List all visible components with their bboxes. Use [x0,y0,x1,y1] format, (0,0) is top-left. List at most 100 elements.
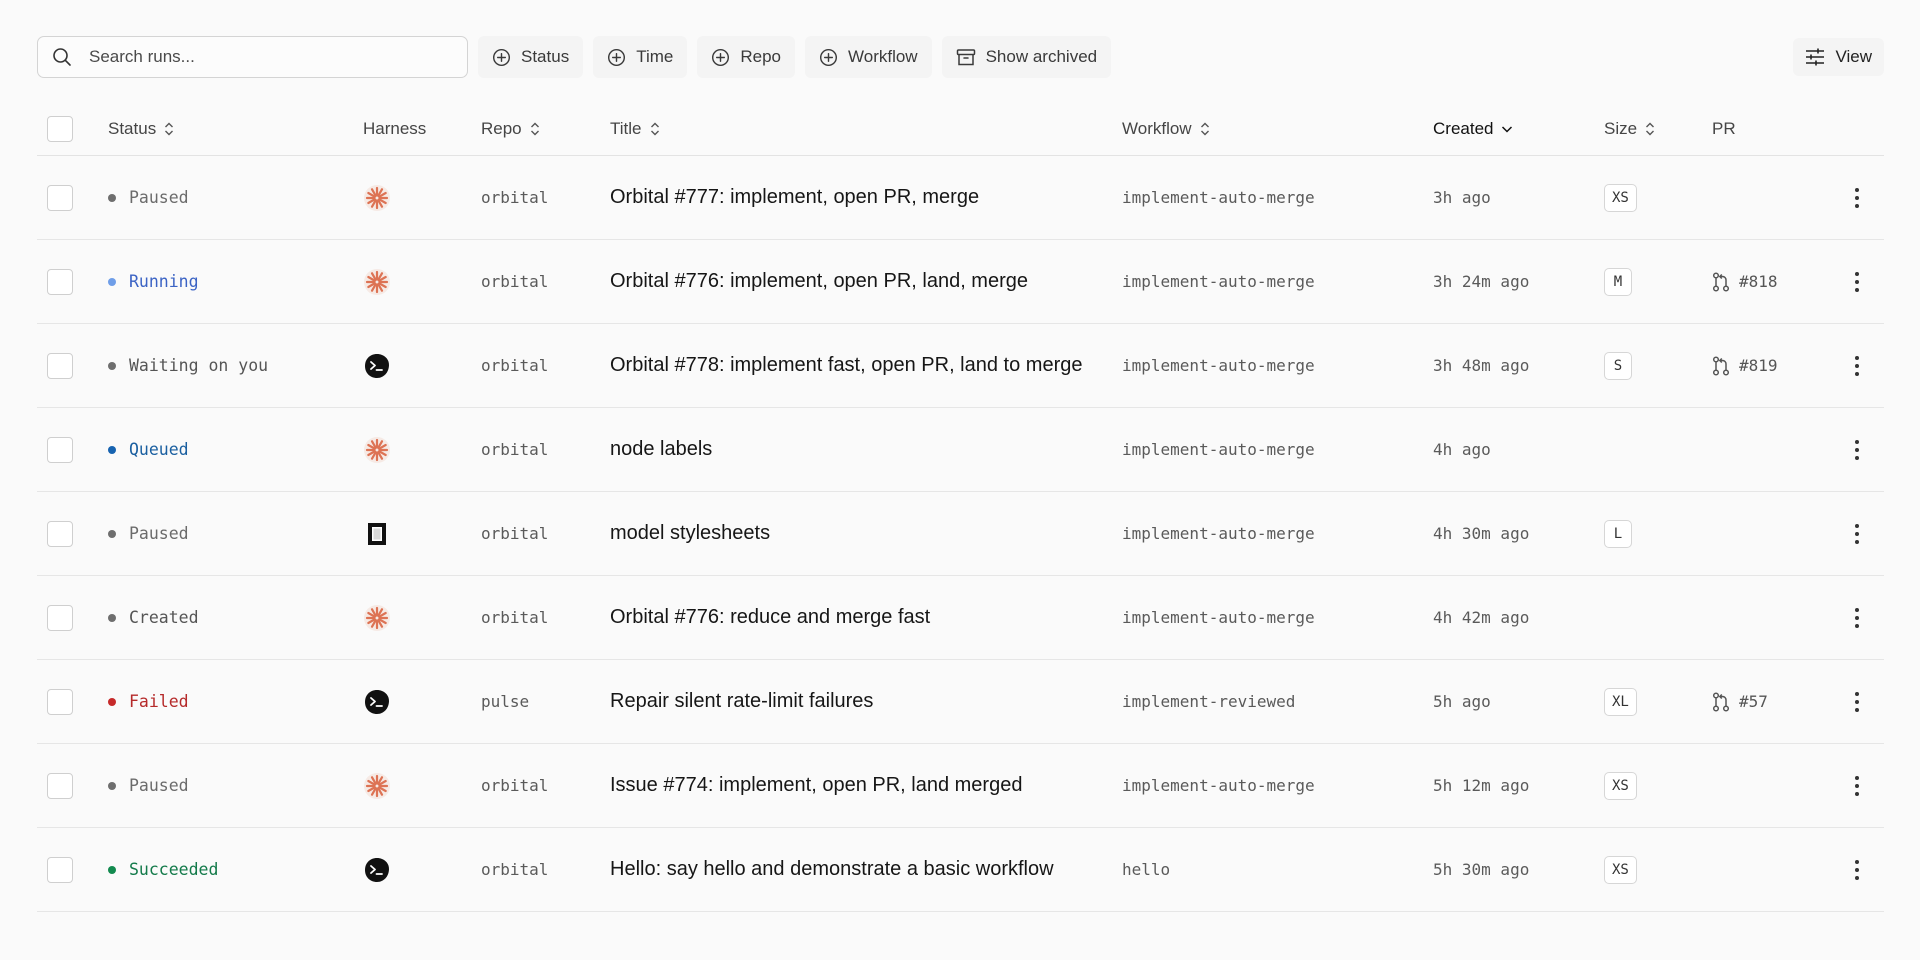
filter-status-button[interactable]: Status [478,36,584,78]
workflow-label: implement-auto-merge [1122,608,1315,627]
show-archived-label: Show archived [985,47,1098,66]
search-box[interactable] [37,36,468,78]
filter-workflow-label: Workflow [848,47,918,66]
filter-time-button[interactable]: Time [593,36,688,78]
sunburst-icon [363,772,391,800]
repo-label: orbital [481,524,549,543]
workflow-label: implement-auto-merge [1122,524,1315,543]
row-menu-button[interactable] [1845,855,1869,885]
pr-link[interactable]: #819 [1712,355,1778,376]
column-size[interactable]: Size [1604,102,1655,155]
row-menu-button[interactable] [1845,267,1869,297]
row-menu-button[interactable] [1845,435,1869,465]
column-workflow[interactable]: Workflow [1122,102,1210,155]
workflow-label: hello [1122,860,1171,879]
column-repo[interactable]: Repo [481,102,540,155]
pr-link[interactable]: #57 [1712,691,1768,712]
table-row[interactable]: Waiting on you orbital Orbital #778: imple… [37,324,1884,408]
sunburst-icon [363,268,391,296]
terminal-blob-icon [363,688,391,716]
row-checkbox[interactable] [47,436,73,463]
table-row[interactable]: Paused orbital model stylesheets implement-… [37,492,1884,576]
repo-label: orbital [481,608,549,627]
created-time: 5h 12m ago [1433,776,1530,795]
column-status[interactable]: Status [108,102,174,155]
row-checkbox[interactable] [47,184,73,211]
row-checkbox[interactable] [47,772,73,799]
run-title[interactable]: Orbital #778: implement fast, open PR, l… [610,354,1082,377]
toolbar: Status Time Repo Workflow Show archi [37,36,1884,78]
table-row[interactable]: Succeeded orbital Hello: say hello and dem… [37,828,1884,912]
created-time: 4h 30m ago [1433,524,1530,543]
row-checkbox[interactable] [47,352,73,379]
archive-icon [956,48,975,65]
row-checkbox[interactable] [47,268,73,295]
status-label: Paused [129,188,189,207]
pull-request-icon [1712,691,1730,712]
show-archived-button[interactable]: Show archived [941,36,1112,78]
run-title[interactable]: Orbital #776: reduce and merge fast [610,606,930,629]
status-dot-icon [108,361,116,370]
column-created[interactable]: Created [1433,102,1513,155]
view-button[interactable]: View [1793,38,1884,76]
sort-icon [1200,122,1209,135]
table-row[interactable]: Queued orbital node labels implement-auto-m… [37,408,1884,492]
run-title[interactable]: node labels [610,438,712,461]
row-menu-button[interactable] [1845,351,1869,381]
status-label: Running [129,272,199,291]
table-row[interactable]: Paused orbital Issue #774: implement, open… [37,744,1884,828]
status-dot-icon [108,613,116,622]
column-title[interactable]: Title [610,102,660,155]
created-time: 5h 30m ago [1433,860,1530,879]
size-badge: XL [1604,687,1637,716]
row-checkbox[interactable] [47,520,73,547]
row-checkbox[interactable] [47,604,73,631]
table-row[interactable]: Failed pulse Repair silent rate-limit fail… [37,660,1884,744]
run-title[interactable]: Issue #774: implement, open PR, land mer… [610,774,1022,797]
more-vertical-icon [1855,271,1859,292]
select-all-checkbox[interactable] [47,115,73,142]
row-menu-button[interactable] [1845,519,1869,549]
row-checkbox[interactable] [47,688,73,715]
created-time: 4h 42m ago [1433,608,1530,627]
status-label: Paused [129,524,189,543]
sort-icon [650,122,659,135]
size-badge: XS [1604,183,1637,212]
run-title[interactable]: Hello: say hello and demonstrate a basic… [610,858,1054,881]
status-cell: Queued [108,408,189,491]
pr-number: #819 [1739,356,1778,375]
run-title[interactable]: Orbital #777: implement, open PR, merge [610,186,979,209]
sort-icon [1646,122,1655,135]
status-dot-icon [108,781,116,790]
status-label: Failed [129,692,189,711]
row-menu-button[interactable] [1845,183,1869,213]
filter-workflow-button[interactable]: Workflow [805,36,932,78]
filter-repo-button[interactable]: Repo [697,36,795,78]
row-menu-button[interactable] [1845,687,1869,717]
table-row[interactable]: Paused orbital Orbital #777: implement, op… [37,156,1884,240]
status-label: Queued [129,440,189,459]
run-title[interactable]: Orbital #776: implement, open PR, land, … [610,270,1028,293]
status-cell: Failed [108,660,189,743]
workflow-label: implement-auto-merge [1122,776,1315,795]
column-pr: PR [1712,118,1736,138]
status-cell: Waiting on you [108,324,268,407]
status-label: Paused [129,776,189,795]
table-row[interactable]: Created orbital Orbital #776: reduce and m… [37,576,1884,660]
row-menu-button[interactable] [1845,603,1869,633]
plus-circle-icon [819,48,838,66]
table-row[interactable]: Running orbital Orbital #776: implement, o… [37,240,1884,324]
table-header: Status Harness Repo Title Workflow Creat… [37,102,1884,156]
size-badge: S [1604,351,1632,380]
run-title[interactable]: Repair silent rate-limit failures [610,690,873,713]
repo-label: orbital [481,356,549,375]
more-vertical-icon [1855,691,1859,712]
repo-label: orbital [481,776,549,795]
repo-label: orbital [481,272,549,291]
row-menu-button[interactable] [1845,771,1869,801]
sunburst-icon [363,184,391,212]
search-input[interactable] [87,46,427,68]
pr-link[interactable]: #818 [1712,271,1778,292]
run-title[interactable]: model stylesheets [610,522,770,545]
row-checkbox[interactable] [47,856,73,883]
